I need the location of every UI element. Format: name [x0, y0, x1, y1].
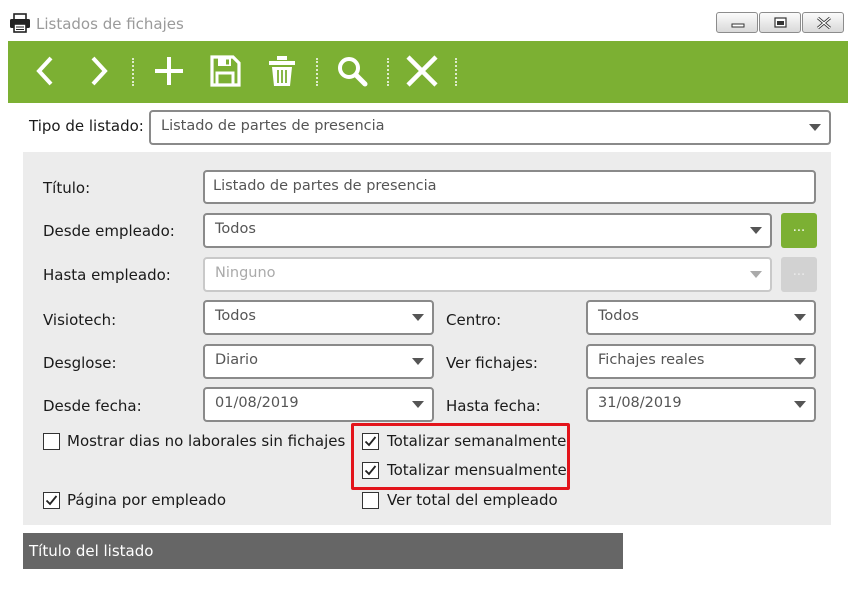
chevron-down-icon: [794, 314, 806, 321]
close-window-icon: [817, 16, 831, 30]
hasta-fecha-value: 31/08/2019: [598, 395, 682, 411]
visiotech-label: Visiotech:: [43, 311, 117, 329]
hasta-empleado-select: Ninguno: [203, 257, 772, 292]
centro-label: Centro:: [446, 311, 502, 329]
chevron-down-icon: [412, 401, 424, 408]
desde-fecha-picker[interactable]: 01/08/2019: [203, 387, 434, 422]
close-button[interactable]: [404, 53, 440, 89]
titulo-listado-label: Título del listado: [29, 542, 154, 560]
search-button[interactable]: [334, 53, 370, 89]
hasta-empleado-browse-button: ...: [781, 257, 817, 292]
delete-button[interactable]: [264, 53, 300, 89]
plus-icon: [155, 57, 183, 85]
restore-button[interactable]: [759, 12, 801, 33]
title-bar: Listados de fichajes: [0, 0, 849, 40]
listados-window: Listados de fichajes Tipo de listado: Li…: [0, 0, 849, 600]
visiotech-value: Todos: [215, 308, 256, 324]
desde-empleado-label: Desde empleado:: [43, 222, 175, 240]
chevron-down-icon: [412, 358, 424, 365]
pagina-empleado-checkbox[interactable]: [43, 492, 60, 509]
save-button[interactable]: [207, 53, 243, 89]
ver-fichajes-label: Ver fichajes:: [446, 354, 538, 372]
chevron-down-icon: [750, 271, 762, 278]
desde-empleado-value: Todos: [215, 221, 256, 237]
chevron-down-icon: [809, 124, 821, 131]
visiotech-select[interactable]: Todos: [203, 300, 434, 335]
tipo-listado-select[interactable]: Listado de partes de presencia: [149, 110, 831, 145]
chevron-left-icon: [36, 56, 53, 86]
window-title: Listados de fichajes: [36, 15, 184, 33]
titulo-label: Título:: [43, 179, 91, 197]
checkmark-icon: [45, 495, 58, 506]
desglose-value: Diario: [215, 352, 258, 368]
toolbar-separator: [387, 58, 389, 86]
pagina-empleado-label: Página por empleado: [67, 491, 227, 509]
titulo-value: Listado de partes de presencia: [213, 178, 437, 194]
tipo-listado-label: Tipo de listado:: [29, 117, 144, 135]
ver-fichajes-value: Fichajes reales: [598, 352, 705, 368]
floppy-disk-icon: [210, 55, 241, 87]
toolbar-separator: [455, 58, 457, 86]
chevron-down-icon: [794, 401, 806, 408]
restore-icon: [774, 17, 787, 28]
desde-empleado-browse-button[interactable]: ...: [781, 213, 817, 248]
back-button[interactable]: [28, 53, 64, 89]
mostrar-dias-checkbox[interactable]: [43, 433, 60, 450]
desde-fecha-label: Desde fecha:: [43, 397, 142, 415]
titulo-input[interactable]: Listado de partes de presencia: [203, 170, 816, 204]
close-window-button[interactable]: [802, 12, 844, 33]
printer-icon: [9, 13, 31, 33]
toolbar-separator: [316, 58, 318, 86]
minimize-icon: [731, 23, 745, 28]
chevron-right-icon: [91, 56, 108, 86]
centro-value: Todos: [598, 308, 639, 324]
hasta-fecha-picker[interactable]: 31/08/2019: [586, 387, 816, 422]
desde-fecha-value: 01/08/2019: [215, 395, 299, 411]
hasta-empleado-value: Ninguno: [215, 265, 276, 281]
desglose-label: Desglose:: [43, 354, 117, 372]
hasta-fecha-label: Hasta fecha:: [446, 397, 541, 415]
chevron-down-icon: [750, 227, 762, 234]
forward-button[interactable]: [80, 53, 116, 89]
toolbar: [8, 41, 848, 103]
ver-total-label: Ver total del empleado: [387, 491, 558, 509]
close-icon: [406, 55, 438, 87]
chevron-down-icon: [794, 358, 806, 365]
highlight-box: [351, 423, 570, 490]
centro-select[interactable]: Todos: [586, 300, 816, 335]
desde-empleado-select[interactable]: Todos: [203, 213, 772, 248]
ver-fichajes-select[interactable]: Fichajes reales: [586, 344, 816, 379]
search-icon: [338, 57, 368, 87]
tipo-listado-value: Listado de partes de presencia: [161, 118, 385, 134]
add-button[interactable]: [151, 53, 187, 89]
titulo-listado-bar: Título del listado: [23, 533, 623, 569]
toolbar-separator: [132, 58, 134, 86]
chevron-down-icon: [412, 314, 424, 321]
minimize-button[interactable]: [716, 12, 758, 33]
desglose-select[interactable]: Diario: [203, 344, 434, 379]
hasta-empleado-label: Hasta empleado:: [43, 266, 171, 284]
mostrar-dias-label: Mostrar dias no laborales sin fichajes: [67, 432, 346, 450]
trash-icon: [269, 56, 295, 86]
ver-total-checkbox[interactable]: [362, 492, 379, 509]
